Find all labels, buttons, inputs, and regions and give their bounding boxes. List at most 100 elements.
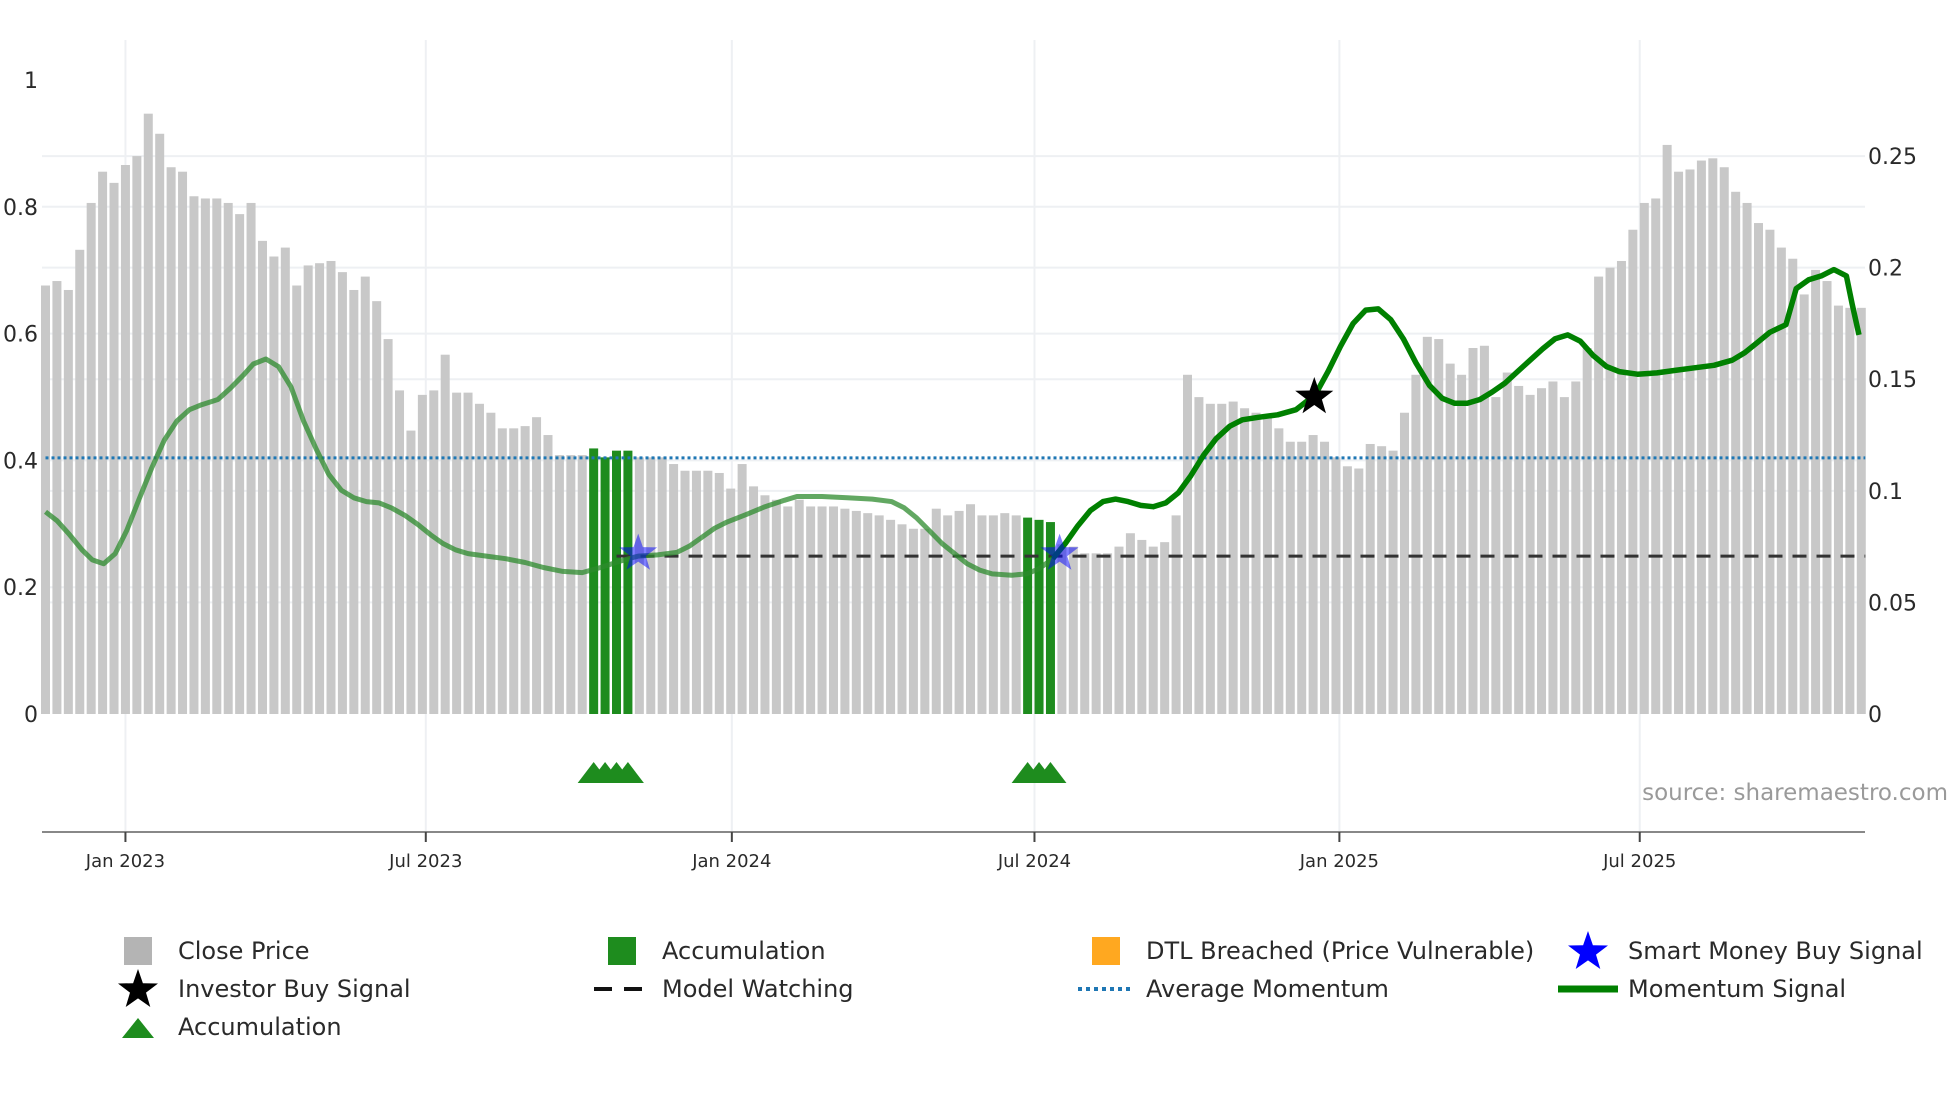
source-note: source: sharemaestro.com bbox=[1642, 780, 1948, 806]
left-y-tick-label: 0.4 bbox=[3, 449, 38, 474]
close-price-bar bbox=[634, 457, 644, 714]
legend-item[interactable]: Investor Buy Signal bbox=[108, 969, 411, 1007]
legend-label: Model Watching bbox=[662, 975, 854, 1003]
legend-item[interactable]: Accumulation bbox=[592, 934, 826, 968]
blue-star-icon bbox=[1558, 931, 1618, 969]
green-triangle-icon bbox=[108, 1010, 168, 1044]
right-y-tick-label: 0 bbox=[1868, 703, 1882, 728]
right-y-tick-label: 0.05 bbox=[1868, 591, 1917, 616]
close-price-bar bbox=[75, 249, 85, 715]
close-price-bar bbox=[292, 285, 302, 714]
close-price-bar bbox=[1080, 553, 1090, 714]
close-price-bar bbox=[1160, 542, 1170, 714]
x-tick-label: Jan 2025 bbox=[1299, 851, 1379, 872]
close-price-bars bbox=[41, 113, 1866, 715]
legend-item[interactable]: Model Watching bbox=[592, 972, 854, 1006]
legend-item[interactable]: Average Momentum bbox=[1076, 972, 1389, 1006]
close-price-bar bbox=[1445, 363, 1455, 714]
close-price-bar bbox=[1833, 305, 1843, 714]
close-price-bar bbox=[1297, 441, 1307, 714]
close-price-bar bbox=[714, 472, 724, 714]
close-price-bar bbox=[1068, 546, 1078, 714]
close-price-bar bbox=[109, 182, 119, 714]
close-price-bar bbox=[1125, 533, 1135, 714]
close-price-bar bbox=[771, 499, 781, 714]
close-price-bar bbox=[1148, 546, 1158, 714]
close-price-bar bbox=[1457, 374, 1467, 714]
legend-item[interactable]: Momentum Signal bbox=[1558, 972, 1846, 1006]
close-price-bar bbox=[1594, 276, 1604, 714]
close-price-bar bbox=[703, 470, 713, 714]
close-price-bar bbox=[1571, 381, 1581, 714]
close-price-bar bbox=[828, 506, 838, 714]
close-price-bar bbox=[1091, 553, 1101, 714]
close-price-bar bbox=[1822, 281, 1832, 714]
close-price-bar bbox=[1628, 229, 1638, 714]
close-price-bar bbox=[1000, 513, 1010, 714]
close-price-bar bbox=[783, 506, 793, 714]
close-price-bar bbox=[1616, 260, 1626, 714]
legend-item[interactable]: Close Price bbox=[108, 934, 310, 968]
close-price-bar bbox=[1514, 385, 1524, 714]
close-price-bar bbox=[235, 214, 245, 714]
close-price-bar bbox=[417, 394, 427, 714]
accumulation-bar bbox=[612, 450, 621, 714]
close-price-bar bbox=[303, 265, 313, 714]
close-price-bar bbox=[749, 486, 759, 714]
close-price-bar bbox=[440, 354, 450, 714]
close-price-bar bbox=[166, 167, 176, 714]
close-price-bar bbox=[669, 464, 679, 714]
close-price-bar bbox=[372, 301, 382, 714]
legend-item[interactable]: Accumulation bbox=[108, 1010, 342, 1044]
accumulation-bar bbox=[600, 457, 610, 714]
close-price-bar bbox=[760, 495, 770, 714]
close-price-bar bbox=[897, 524, 907, 714]
x-tick-label: Jan 2024 bbox=[691, 851, 771, 872]
close-price-bar bbox=[395, 390, 405, 714]
close-price-bar bbox=[1354, 468, 1364, 714]
close-price-bar bbox=[326, 260, 336, 714]
close-price-bar bbox=[691, 470, 701, 714]
close-price-bar bbox=[1183, 374, 1192, 714]
close-price-bar bbox=[874, 515, 884, 714]
right-y-tick-label: 0.1 bbox=[1868, 480, 1903, 505]
close-price-bar bbox=[1103, 553, 1113, 714]
close-price-bar bbox=[543, 435, 553, 714]
close-price-bar bbox=[977, 515, 987, 714]
legend-label: Momentum Signal bbox=[1628, 975, 1847, 1003]
close-price-bar bbox=[178, 171, 188, 714]
right-y-tick-label: 0.15 bbox=[1868, 368, 1917, 393]
legend-item[interactable]: DTL Breached (Price Vulnerable) bbox=[1076, 934, 1534, 968]
green-line-icon bbox=[1558, 972, 1618, 1006]
legend-item[interactable]: Smart Money Buy Signal bbox=[1558, 931, 1923, 969]
close-price-bar bbox=[429, 390, 439, 714]
accumulation-bar bbox=[589, 448, 599, 714]
close-price-bar bbox=[1856, 307, 1866, 714]
close-price-bar bbox=[1365, 443, 1375, 714]
close-price-bar bbox=[1674, 171, 1684, 714]
close-price-bar bbox=[497, 428, 507, 714]
close-price-bar bbox=[646, 457, 656, 714]
close-price-bar bbox=[954, 510, 964, 714]
close-price-bar bbox=[1845, 307, 1855, 714]
right-y-tick-label: 0.25 bbox=[1868, 145, 1917, 170]
close-price-bar bbox=[1320, 441, 1330, 714]
close-price-bar bbox=[1765, 229, 1775, 714]
left-y-tick-label: 0 bbox=[24, 703, 38, 728]
close-price-bar bbox=[155, 133, 165, 715]
close-price-bar bbox=[577, 455, 587, 714]
close-price-bar bbox=[1240, 408, 1250, 714]
close-price-bar bbox=[1274, 428, 1284, 714]
close-price-bar bbox=[41, 285, 50, 714]
close-price-bar bbox=[1548, 381, 1558, 714]
accumulation-bar bbox=[623, 450, 633, 714]
x-tick-label: Jul 2023 bbox=[388, 851, 462, 872]
close-price-bar bbox=[1011, 515, 1021, 714]
gray-square-icon bbox=[108, 934, 168, 968]
close-price-bar bbox=[1422, 336, 1432, 714]
close-price-bar bbox=[1719, 167, 1729, 714]
close-price-bar bbox=[1582, 348, 1592, 714]
close-price-bar bbox=[1651, 198, 1661, 714]
accumulation-bar bbox=[1023, 517, 1033, 714]
close-price-bar bbox=[1114, 546, 1124, 714]
